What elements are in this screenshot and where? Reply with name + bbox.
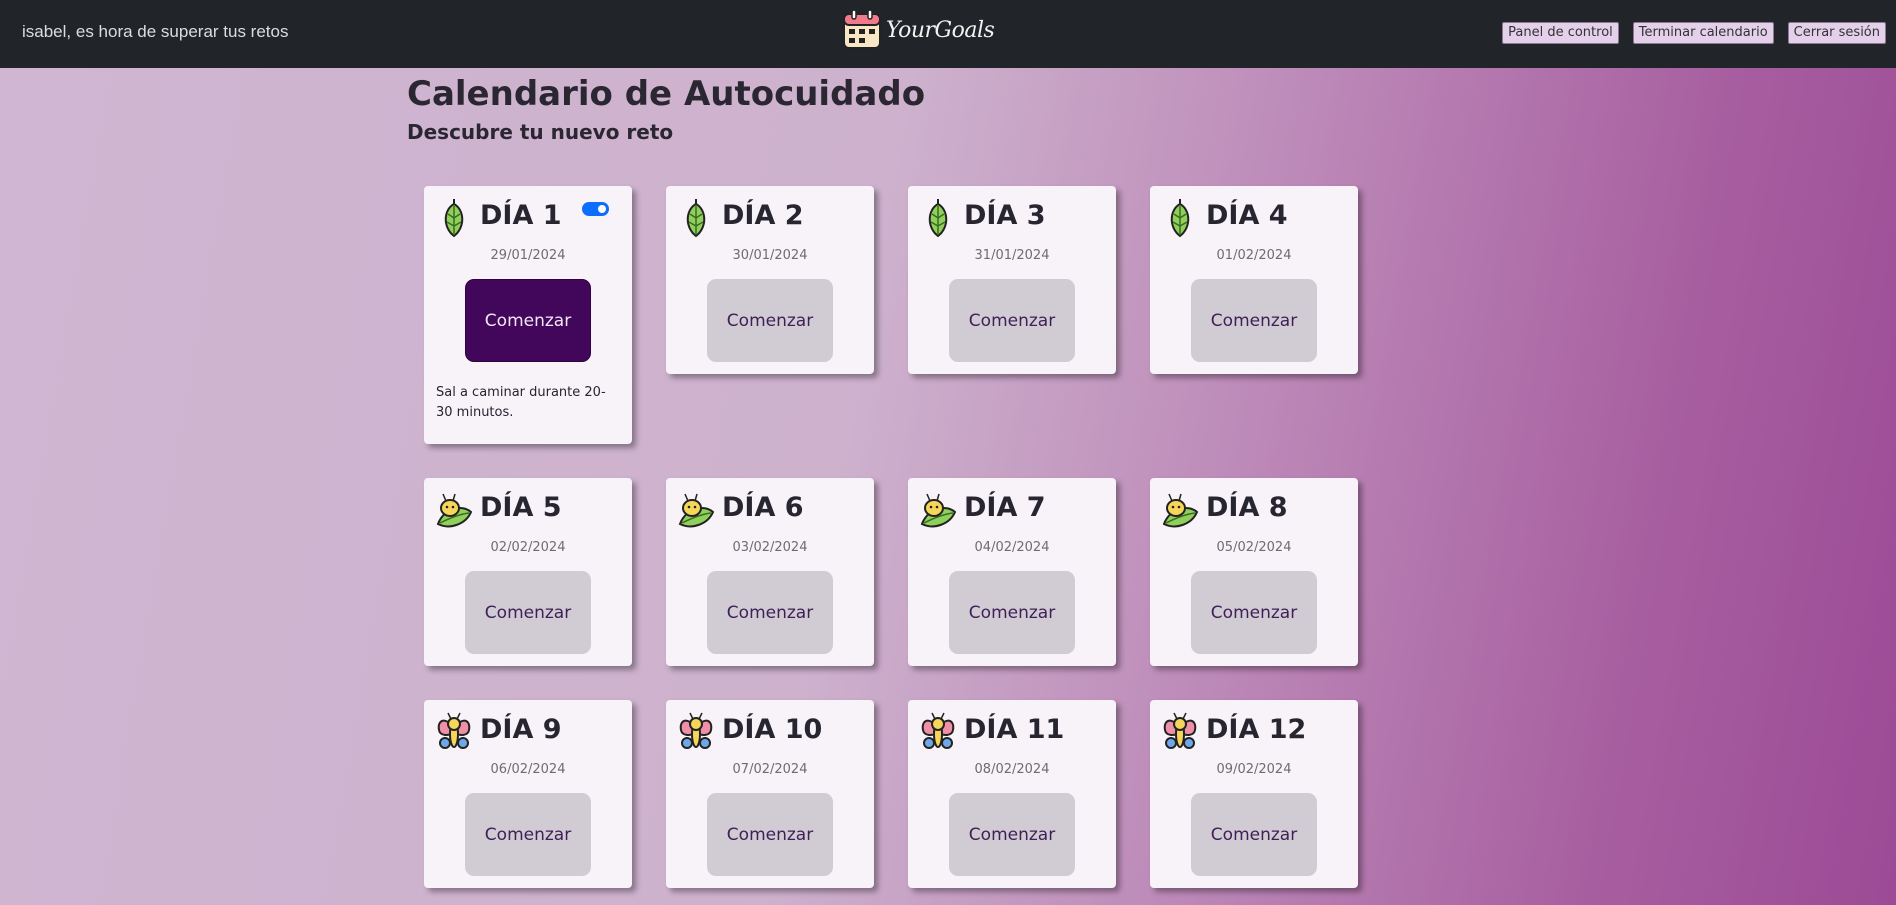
start-button[interactable]: Comenzar	[707, 279, 833, 362]
cocoon-icon	[928, 199, 948, 238]
day-date: 07/02/2024	[732, 762, 808, 777]
logout-button[interactable]: Cerrar sesión	[1787, 22, 1886, 44]
day-date: 09/02/2024	[1216, 762, 1292, 777]
caterpillar-icon	[436, 493, 472, 528]
day-card: DÍA 7 04/02/2024 Comenzar	[908, 478, 1116, 666]
day-card: DÍA 11 08/02/2024 Comenzar	[908, 700, 1116, 888]
day-card: DÍA 5 02/02/2024 Comenzar	[424, 478, 632, 666]
completion-toggle[interactable]	[582, 202, 609, 216]
page-subtitle: Descubre tu nuevo reto	[407, 120, 674, 144]
day-card: DÍA 10 07/02/2024 Comenzar	[666, 700, 874, 888]
caterpillar-icon	[920, 493, 956, 528]
day-title: DÍA 6	[722, 492, 804, 523]
brand-name: YourGoals	[886, 17, 995, 43]
start-button[interactable]: Comenzar	[1191, 793, 1317, 876]
day-title: DÍA 7	[964, 492, 1046, 523]
calendar-logo-icon	[843, 9, 881, 49]
butterfly-icon	[1163, 712, 1197, 749]
day-date: 01/02/2024	[1216, 248, 1292, 263]
butterfly-icon	[679, 712, 713, 749]
brand-logo[interactable]: YourGoals	[842, 6, 995, 54]
day-card: DÍA 8 05/02/2024 Comenzar	[1150, 478, 1358, 666]
cocoon-icon	[444, 199, 464, 238]
day-title: DÍA 12	[1206, 714, 1307, 745]
cocoon-icon	[686, 199, 706, 238]
start-button[interactable]: Comenzar	[707, 793, 833, 876]
day-date: 04/02/2024	[974, 540, 1050, 555]
day-title: DÍA 2	[722, 200, 804, 231]
challenge-description: Sal a caminar durante 20-30 minutos.	[436, 385, 606, 420]
day-date: 05/02/2024	[1216, 540, 1292, 555]
day-title: DÍA 4	[1206, 200, 1288, 231]
start-button[interactable]: Comenzar	[465, 279, 591, 362]
day-card: DÍA 1 29/01/2024 Comenzar Sal a caminar …	[424, 186, 632, 444]
start-button[interactable]: Comenzar	[949, 571, 1075, 654]
day-title: DÍA 11	[964, 714, 1065, 745]
day-card: DÍA 9 06/02/2024 Comenzar	[424, 700, 632, 888]
day-card: DÍA 6 03/02/2024 Comenzar	[666, 478, 874, 666]
header-actions: Panel de control Terminar calendario Cer…	[1502, 22, 1886, 44]
start-button[interactable]: Comenzar	[949, 279, 1075, 362]
butterfly-icon	[921, 712, 955, 749]
start-button[interactable]: Comenzar	[465, 571, 591, 654]
caterpillar-icon	[1162, 493, 1198, 528]
day-date: 06/02/2024	[490, 762, 566, 777]
day-card: DÍA 4 01/02/2024 Comenzar	[1150, 186, 1358, 374]
greeting-text: isabel, es hora de superar tus retos	[22, 22, 289, 41]
day-card: DÍA 3 31/01/2024 Comenzar	[908, 186, 1116, 374]
day-date: 31/01/2024	[974, 248, 1050, 263]
day-title: DÍA 10	[722, 714, 823, 745]
day-date: 03/02/2024	[732, 540, 808, 555]
day-card: DÍA 12 09/02/2024 Comenzar	[1150, 700, 1358, 888]
dashboard-button[interactable]: Panel de control	[1502, 22, 1619, 44]
start-button[interactable]: Comenzar	[465, 793, 591, 876]
day-card: DÍA 2 30/01/2024 Comenzar	[666, 186, 874, 374]
day-title: DÍA 9	[480, 714, 562, 745]
start-button[interactable]: Comenzar	[1191, 571, 1317, 654]
page-title: Calendario de Autocuidado	[407, 74, 926, 114]
finish-calendar-button[interactable]: Terminar calendario	[1632, 22, 1774, 44]
day-title: DÍA 8	[1206, 492, 1288, 523]
start-button[interactable]: Comenzar	[1191, 279, 1317, 362]
day-title: DÍA 3	[964, 200, 1046, 231]
day-date: 30/01/2024	[732, 248, 808, 263]
start-button[interactable]: Comenzar	[707, 571, 833, 654]
day-date: 08/02/2024	[974, 762, 1050, 777]
day-title: DÍA 5	[480, 492, 562, 523]
day-date: 02/02/2024	[490, 540, 566, 555]
day-date: 29/01/2024	[490, 248, 566, 263]
caterpillar-icon	[678, 493, 714, 528]
day-title: DÍA 1	[480, 200, 562, 231]
butterfly-icon	[437, 712, 471, 749]
cocoon-icon	[1170, 199, 1190, 238]
start-button[interactable]: Comenzar	[949, 793, 1075, 876]
top-navbar: isabel, es hora de superar tus retos You…	[0, 0, 1896, 68]
